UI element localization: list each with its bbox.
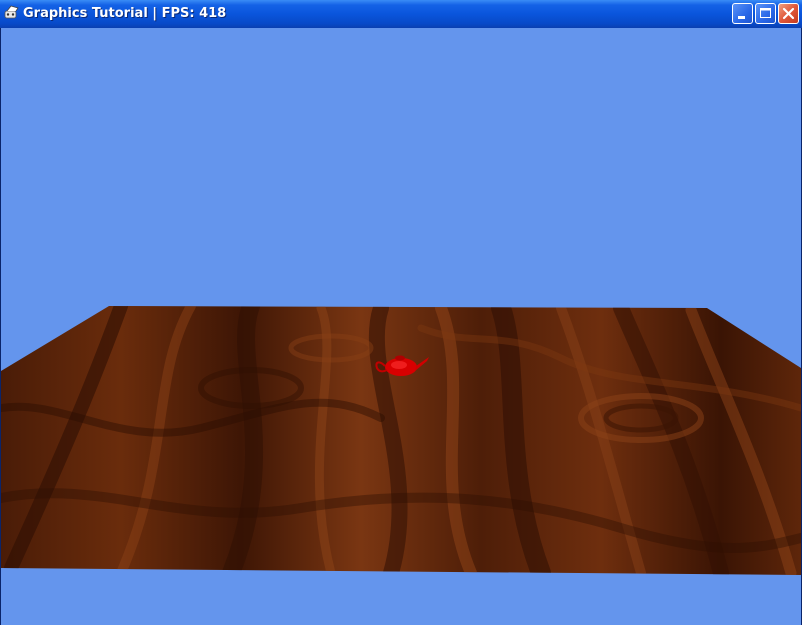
maximize-icon <box>760 8 771 18</box>
app-icon[interactable] <box>4 5 20 21</box>
3d-scene <box>1 306 801 575</box>
render-viewport[interactable] <box>1 28 801 625</box>
title-bar[interactable]: Graphics Tutorial | FPS: 418 <box>0 0 802 28</box>
maximize-button[interactable] <box>755 3 776 24</box>
wood-floor <box>1 306 801 575</box>
window-title: Graphics Tutorial | FPS: 418 <box>23 6 227 21</box>
minimize-button[interactable] <box>732 3 753 24</box>
close-button[interactable] <box>778 3 799 24</box>
close-icon <box>782 7 795 20</box>
minimize-icon <box>738 16 745 19</box>
application-window: Graphics Tutorial | FPS: 418 <box>0 0 802 625</box>
